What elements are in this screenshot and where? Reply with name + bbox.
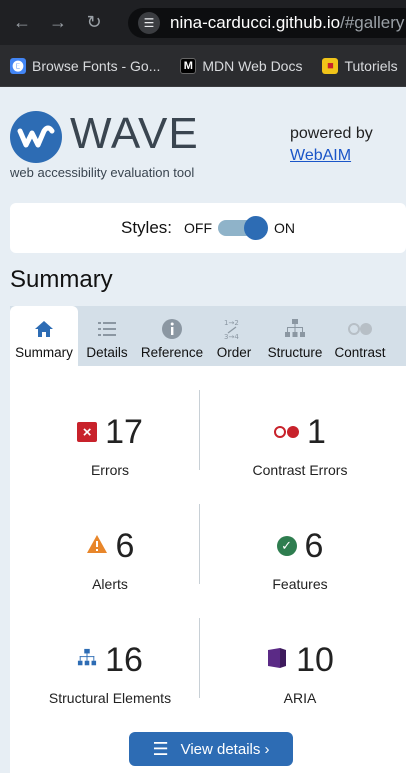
features-stat: ✓ 6 Features [210,526,390,593]
address-bar[interactable]: ☰ nina-carducci.github.io/#gallery [128,8,406,38]
tab-label: Summary [15,345,73,360]
styles-label: Styles: [120,218,173,237]
toggle-on-label: ON [274,220,296,236]
order-icon: 1→2 3→4 [222,317,246,341]
contrast-icon [347,317,373,341]
structural-label: Structural Elements [48,690,172,706]
styles-toggle-switch[interactable] [218,216,269,240]
alert-icon [86,534,108,559]
summary-panel: × 17 Errors 1 Contrast Errors 6 Alerts ✓… [10,366,406,773]
contrast-errors-stat: 1 Contrast Errors [210,412,390,479]
mdn-icon: M [180,57,197,74]
site-settings-icon[interactable]: ☰ [138,12,160,34]
svg-text:1→2: 1→2 [224,319,239,327]
bookmark-tutoriels[interactable]: ■ Tutoriels [322,57,398,74]
back-icon[interactable]: ← [8,9,36,37]
wave-logo-text: WAVE [70,109,199,158]
tab-structure[interactable]: Structure [260,306,330,366]
tab-reference[interactable]: Reference [136,306,208,366]
errors-count: 17 [105,412,143,451]
bookmark-mdn[interactable]: M MDN Web Docs [180,57,303,74]
tab-label: Contrast [334,345,386,360]
tab-bar: Summary Details Reference 1→2 3→4 Order S… [10,306,406,366]
view-details-button[interactable]: ☰ View details › [129,732,293,766]
powered-by-text: powered by [290,125,373,142]
reload-icon[interactable]: ↻ [80,9,108,37]
wave-logo-icon [10,111,62,163]
errors-label: Errors [90,462,130,478]
contrast-errors-label: Contrast Errors [252,462,348,478]
contrast-errors-count: 1 [307,412,326,451]
aria-label: ARIA [283,690,317,706]
list-icon: ☰ [152,738,169,759]
browser-toolbar: ← → ↻ ☰ nina-carducci.github.io/#gallery [0,0,406,45]
error-icon: × [77,422,98,442]
structural-stat: 16 Structural Elements [20,640,200,707]
styles-toggle-bar: Styles: OFF ON [10,203,406,253]
errors-stat: × 17 Errors [20,412,200,478]
tutoriels-icon: ■ [322,57,339,74]
structural-count: 16 [105,640,143,679]
bookmark-google-fonts[interactable]: 🅔 Browse Fonts - Go... [10,57,161,74]
tab-order[interactable]: 1→2 3→4 Order [208,306,260,366]
list-icon [97,317,117,341]
aria-stat: 10 ARIA [210,640,390,706]
page-title: Summary [10,266,113,293]
svg-text:3→4: 3→4 [224,333,239,341]
tab-label: Details [86,345,128,360]
tab-label: Structure [267,345,323,360]
bookmark-label: Browse Fonts - Go... [32,57,161,74]
tab-label: Order [216,345,252,360]
home-icon [34,317,54,341]
feature-icon: ✓ [276,536,297,556]
tab-label: Reference [140,345,204,360]
toggle-knob [244,216,269,240]
tab-summary[interactable]: Summary [10,306,78,366]
features-label: Features [272,576,328,592]
tab-details[interactable]: Details [78,306,136,366]
aria-count: 10 [296,640,334,679]
structure-icon [284,317,306,341]
bookmark-label: Tutoriels [344,57,398,74]
tab-contrast[interactable]: Contrast [330,306,390,366]
wave-tagline: web accessibility evaluation tool [10,165,195,180]
google-fonts-icon: 🅔 [10,57,26,74]
view-details-label: View details › [180,740,270,758]
url-host: nina-carducci.github.io [170,13,341,32]
bookmark-label: MDN Web Docs [202,57,303,74]
bookmarks-bar: 🅔 Browse Fonts - Go... M MDN Web Docs ■ … [0,45,406,87]
url-path: /#gallery [340,13,405,32]
features-count: 6 [304,526,324,565]
alerts-label: Alerts [92,576,128,592]
aria-icon [266,646,288,675]
info-icon [161,317,183,341]
toggle-off-label: OFF [184,220,213,236]
contrast-error-icon [274,426,300,438]
wave-header: WAVE web accessibility evaluation tool p… [0,87,406,187]
alerts-count: 6 [115,526,135,565]
forward-icon[interactable]: → [44,9,72,37]
alerts-stat: 6 Alerts [20,526,200,592]
structure-icon [77,648,97,673]
webaim-link[interactable]: WebAIM [290,147,351,165]
